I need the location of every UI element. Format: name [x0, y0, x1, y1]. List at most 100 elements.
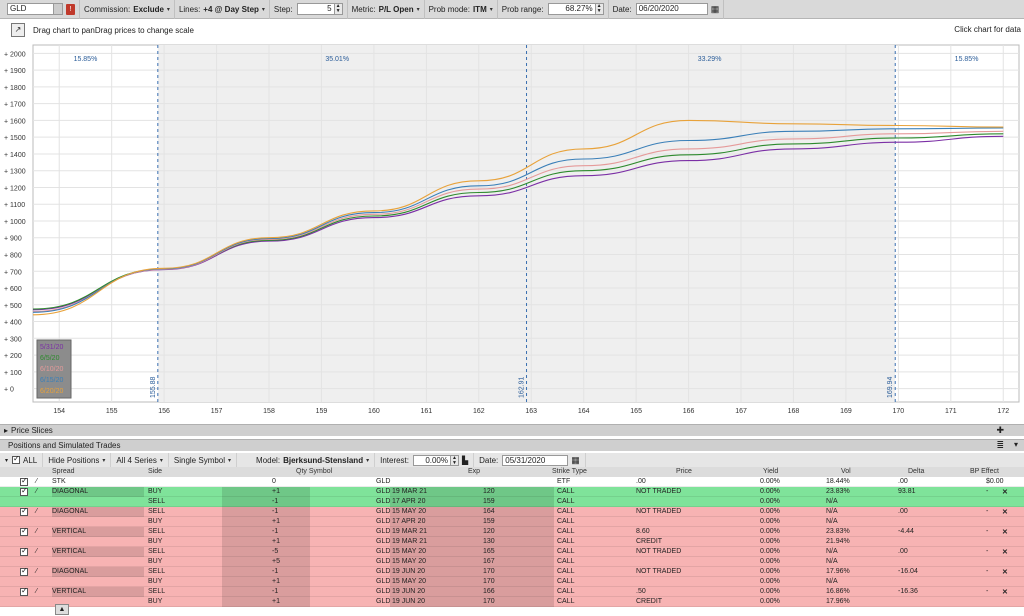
- table-row[interactable]: SELL -1 GLD 17 APR 20 159 CALL 0.00% N/A: [0, 497, 1024, 507]
- alert-badge[interactable]: !: [66, 3, 75, 15]
- editable-cell[interactable]: [222, 567, 310, 577]
- row-checkbox[interactable]: [20, 506, 28, 516]
- boundary-price-label: 155.88: [150, 376, 157, 398]
- single-symbol-selector[interactable]: Single Symbol ▾: [169, 453, 238, 467]
- scroll-up-button[interactable]: ▲: [55, 604, 69, 615]
- symbol-input[interactable]: GLD: [7, 3, 63, 15]
- pl-chart[interactable]: + 0 + 100 + 200 + 300 + 400 + 500 + 600 + 700 + …: [0, 41, 1024, 420]
- row-checkbox[interactable]: [20, 486, 28, 496]
- step-input[interactable]: 5: [296, 3, 335, 15]
- add-slice-icon[interactable]: ✚: [996, 425, 1004, 436]
- editable-cell[interactable]: [222, 547, 310, 557]
- col-bp-effect[interactable]: BP Effect: [970, 468, 999, 475]
- row-chart-icon[interactable]: ⁄: [36, 508, 37, 515]
- row-checkbox[interactable]: [20, 586, 28, 596]
- col-qty-symbol[interactable]: Qty Symbol: [296, 468, 332, 475]
- metric-selector[interactable]: Metric: P/L Open ▾: [348, 0, 425, 19]
- table-row[interactable]: BUY +1 GLD 19 JUN 20 170 CALL CREDIT 0.00% 17.96…: [0, 597, 1024, 607]
- date-input[interactable]: 06/20/2020: [635, 3, 708, 15]
- row-chart-icon[interactable]: ⁄: [36, 488, 37, 495]
- chart-mode-icon[interactable]: ↗: [11, 23, 25, 37]
- positions-bar[interactable]: Positions and Simulated Trades ≣ ▾: [0, 439, 1024, 451]
- model-selector[interactable]: Model: Bjerksund-Stensland ▾: [251, 453, 376, 467]
- menu-icon[interactable]: ≣: [996, 440, 1004, 451]
- editable-cell[interactable]: [222, 537, 310, 547]
- row-checkbox[interactable]: [20, 546, 28, 556]
- remove-row-icon[interactable]: ✕: [1002, 588, 1008, 596]
- editable-cell[interactable]: [222, 587, 310, 597]
- all-toggle[interactable]: ▾ ALL: [0, 453, 44, 467]
- remove-row-icon[interactable]: ✕: [1002, 548, 1008, 556]
- col-strike-type[interactable]: Strike Type: [552, 468, 587, 475]
- boundary-price-label: 169.94: [887, 376, 894, 398]
- collapse-icon[interactable]: ▸: [4, 426, 8, 435]
- editable-cell[interactable]: [222, 597, 310, 607]
- col-yield[interactable]: Yield: [763, 468, 778, 475]
- editable-cell[interactable]: [222, 527, 310, 537]
- editable-cell[interactable]: [222, 487, 310, 497]
- table-row[interactable]: BUY +1 GLD 19 MAR 21 130 CALL CREDIT 0.00% 21.94…: [0, 537, 1024, 547]
- positions-header: Spread Side Qty Symbol Exp Strike Type P…: [0, 467, 1024, 477]
- remove-row-icon[interactable]: ✕: [1002, 568, 1008, 576]
- table-row[interactable]: BUY +1 GLD 15 MAY 20 170 CALL 0.00% N/A: [0, 577, 1024, 587]
- cell-strike: 170: [483, 578, 495, 585]
- all-checkbox[interactable]: [12, 454, 21, 464]
- calendar-icon[interactable]: ▦: [711, 4, 720, 15]
- row-chart-icon[interactable]: ⁄: [36, 548, 37, 555]
- remove-row-icon[interactable]: ✕: [1002, 488, 1008, 496]
- col-price[interactable]: Price: [676, 468, 692, 475]
- table-row[interactable]: ⁄ DIAGONAL BUY +1 GLD19 MAR 21 120 CALL NOT TRA…: [0, 486, 1024, 497]
- editable-cell[interactable]: [222, 497, 310, 507]
- row-chart-icon[interactable]: ⁄: [36, 568, 37, 575]
- table-row[interactable]: ⁄ DIAGONAL SELL -1 GLD15 MAY 20 164 CALL NOT TR…: [0, 506, 1024, 517]
- price-slices-bar[interactable]: ▸ Price Slices ✚: [0, 424, 1024, 436]
- step-spinner-icon[interactable]: ▲ ▼: [334, 3, 343, 15]
- table-row[interactable]: ⁄ VERTICAL SELL -1 GLD19 MAR 21 120 CALL 8.60 0.…: [0, 526, 1024, 537]
- table-row[interactable]: ⁄ STK 0 GLD ETF .00 0.00% 18.44% .00 $0.00: [0, 476, 1024, 487]
- cell-sym: GLD: [376, 498, 391, 505]
- sim-calendar-icon[interactable]: ▦: [571, 455, 580, 466]
- table-row[interactable]: ⁄ DIAGONAL SELL -1 GLD19 JUN 20 170 CALL NOT TR…: [0, 566, 1024, 577]
- expand-icon[interactable]: ▾: [1014, 440, 1018, 449]
- table-row[interactable]: BUY +1 GLD 17 APR 20 159 CALL 0.00% N/A: [0, 517, 1024, 527]
- row-checkbox[interactable]: [20, 476, 28, 486]
- editable-cell[interactable]: [222, 517, 310, 527]
- hide-positions-button[interactable]: Hide Positions ▾: [43, 453, 112, 467]
- table-row[interactable]: BUY +5 GLD 15 MAY 20 167 CALL 0.00% N/A: [0, 557, 1024, 567]
- interest-input[interactable]: 0.00%: [413, 454, 451, 466]
- prob-range-spinner-icon[interactable]: ▲ ▼: [595, 3, 604, 15]
- interest-spinner-icon[interactable]: ▲ ▼: [451, 454, 459, 466]
- interest-lock-icon[interactable]: ▙: [462, 456, 468, 465]
- symbol-dropdown-icon[interactable]: [53, 4, 62, 14]
- editable-cell[interactable]: [222, 557, 310, 567]
- col-side[interactable]: Side: [148, 468, 162, 475]
- cell-sym: GLD: [376, 568, 391, 575]
- col-exp[interactable]: Exp: [468, 468, 480, 475]
- prob-mode-selector[interactable]: Prob mode: ITM ▾: [425, 0, 498, 19]
- row-chart-icon[interactable]: ⁄: [36, 478, 37, 485]
- editable-cell[interactable]: [222, 577, 310, 587]
- col-spread[interactable]: Spread: [52, 468, 75, 475]
- series-selector[interactable]: All 4 Series ▾: [111, 453, 169, 467]
- remove-row-icon[interactable]: ✕: [1002, 508, 1008, 516]
- symbol-selector[interactable]: GLD !: [0, 0, 80, 19]
- single-symbol-label: Single Symbol: [173, 455, 226, 465]
- lines-selector[interactable]: Lines: +4 @ Day Step ▾: [175, 0, 270, 19]
- commission-selector[interactable]: Commission: Exclude ▾: [80, 0, 175, 19]
- cell-qty: +5: [272, 558, 280, 565]
- col-vol[interactable]: Vol: [841, 468, 851, 475]
- cell-strike: 159: [483, 498, 495, 505]
- sim-date-input[interactable]: 05/31/2020: [502, 454, 569, 466]
- y-tick-label: + 700: [4, 269, 22, 276]
- row-chart-icon[interactable]: ⁄: [36, 588, 37, 595]
- row-checkbox[interactable]: [20, 526, 28, 536]
- remove-row-icon[interactable]: ✕: [1002, 528, 1008, 536]
- col-delta[interactable]: Delta: [908, 468, 924, 475]
- table-row[interactable]: ⁄ VERTICAL SELL -1 GLD19 JUN 20 166 CALL .50 0.0…: [0, 586, 1024, 597]
- row-checkbox[interactable]: [20, 566, 28, 576]
- prob-range-input[interactable]: 68.27%: [547, 3, 596, 15]
- table-row[interactable]: ⁄ VERTICAL SELL -5 GLD15 MAY 20 165 CALL NOT TR…: [0, 546, 1024, 557]
- series-caret-icon: ▾: [159, 457, 163, 464]
- row-chart-icon[interactable]: ⁄: [36, 528, 37, 535]
- editable-cell[interactable]: [222, 507, 310, 517]
